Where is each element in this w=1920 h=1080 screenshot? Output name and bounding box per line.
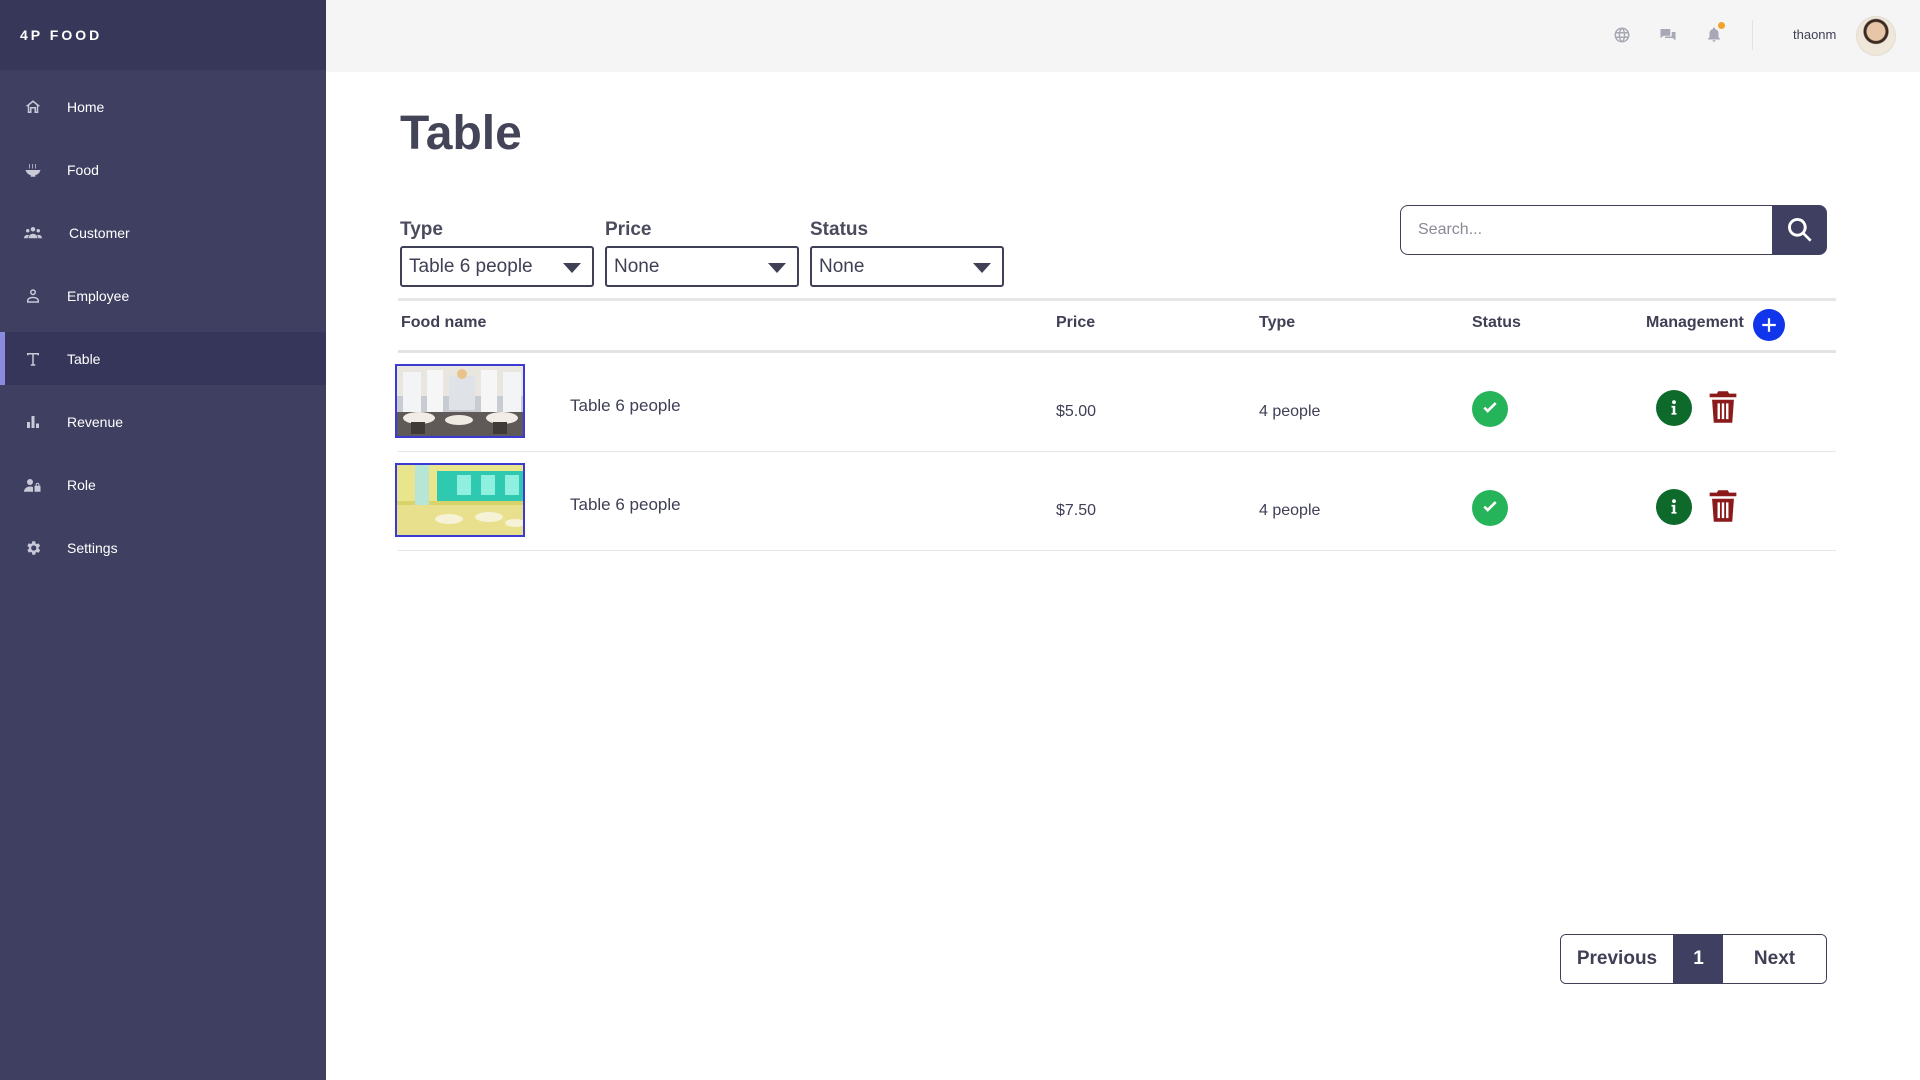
search-bar: [1400, 205, 1827, 255]
delete-button[interactable]: [1708, 489, 1738, 523]
bar-chart-icon: [23, 412, 43, 432]
row-type: 4 people: [1259, 502, 1321, 519]
table-row: Table 6 people $7.50 4 people: [395, 452, 1836, 551]
row-type: 4 people: [1259, 403, 1321, 420]
brand-logo[interactable]: 4P FOOD: [0, 0, 326, 70]
trash-icon: [1709, 391, 1737, 423]
sidebar-item-food[interactable]: Food: [0, 143, 326, 196]
search-input[interactable]: [1400, 205, 1774, 255]
sidebar-item-revenue[interactable]: Revenue: [0, 395, 326, 448]
info-button[interactable]: [1656, 489, 1692, 525]
plus-icon: [1762, 318, 1776, 332]
sidebar-item-label: Role: [67, 476, 96, 493]
trash-icon: [1709, 490, 1737, 522]
table-top-border: [398, 298, 1836, 301]
header-food-name: Food name: [401, 314, 487, 331]
info-button[interactable]: [1656, 390, 1692, 426]
row-food-name: Table 6 people: [570, 396, 681, 415]
search-icon: [1787, 218, 1812, 242]
check-circle-icon: [1472, 490, 1508, 526]
type-filter: Type Table 6 people: [400, 219, 594, 287]
table-thumbnail[interactable]: [395, 364, 525, 438]
sidebar-item-customer[interactable]: Customer: [0, 206, 326, 259]
price-filter-label: Price: [605, 219, 652, 240]
info-icon: [1671, 400, 1677, 415]
type-select-value: Table 6 people: [409, 256, 533, 277]
chat-icon[interactable]: [1659, 26, 1677, 44]
table-thumbnail[interactable]: [395, 463, 525, 537]
text-t-icon: [23, 349, 43, 369]
topbar: thaonm: [326, 0, 1920, 72]
status-select-value: None: [819, 256, 865, 277]
sidebar-item-label: Customer: [69, 224, 130, 241]
previous-page-button[interactable]: Previous: [1561, 935, 1674, 983]
username[interactable]: thaonm: [1793, 27, 1836, 42]
header-price: Price: [1056, 314, 1096, 331]
delete-button[interactable]: [1708, 390, 1738, 424]
header-management: Management: [1646, 314, 1744, 331]
home-icon: [23, 97, 43, 117]
header-type: Type: [1259, 314, 1296, 331]
sidebar-item-settings[interactable]: Settings: [0, 521, 326, 574]
sidebar-item-label: Home: [67, 98, 105, 115]
row-food-name: Table 6 people: [570, 495, 681, 514]
check-circle-icon: [1472, 391, 1508, 427]
sidebar-item-role[interactable]: Role: [0, 458, 326, 511]
status-select[interactable]: None: [810, 246, 1004, 287]
info-icon: [1671, 499, 1677, 514]
users-icon: [23, 223, 43, 243]
sidebar-item-label: Employee: [67, 287, 130, 304]
avatar[interactable]: [1856, 16, 1896, 56]
status-filter-label: Status: [810, 219, 869, 240]
header-status: Status: [1472, 314, 1521, 331]
price-select[interactable]: None: [605, 246, 799, 287]
price-select-value: None: [614, 256, 660, 277]
caret-down-icon: [563, 263, 581, 273]
row-price: $7.50: [1056, 502, 1097, 519]
type-select[interactable]: Table 6 people: [400, 246, 594, 287]
table-row: Table 6 people $5.00 4 people: [395, 353, 1836, 452]
caret-down-icon: [768, 263, 786, 273]
sidebar-item-label: Revenue: [67, 413, 124, 430]
page-title: Table: [400, 107, 522, 160]
status-filter: Status None: [810, 219, 1004, 287]
user-lock-icon: [23, 475, 43, 495]
user-icon: [23, 286, 43, 306]
topbar-divider: [1752, 20, 1753, 50]
sidebar-item-label: Settings: [67, 539, 118, 556]
search-button[interactable]: [1772, 205, 1827, 255]
page-number-button[interactable]: 1: [1674, 935, 1723, 983]
sidebar-item-home[interactable]: Home: [0, 80, 326, 133]
sidebar-item-label: Food: [67, 161, 99, 178]
type-filter-label: Type: [400, 219, 443, 240]
row-price: $5.00: [1056, 403, 1097, 420]
add-table-button[interactable]: [1753, 309, 1785, 341]
pagination: Previous 1 Next: [1560, 934, 1827, 984]
sidebar-item-table[interactable]: Table: [0, 332, 326, 385]
sidebar-item-label: Table: [67, 350, 101, 367]
food-bowl-icon: [23, 160, 43, 180]
bell-icon[interactable]: [1705, 22, 1725, 44]
sidebar-item-employee[interactable]: Employee: [0, 269, 326, 322]
next-page-button[interactable]: Next: [1723, 935, 1826, 983]
sidebar: 4P FOOD Home Food Customer Employee Tabl…: [0, 0, 326, 1080]
globe-icon[interactable]: [1613, 26, 1631, 44]
gear-icon: [23, 538, 43, 558]
notification-badge: [1718, 22, 1725, 29]
caret-down-icon: [973, 263, 991, 273]
price-filter: Price None: [605, 219, 799, 287]
